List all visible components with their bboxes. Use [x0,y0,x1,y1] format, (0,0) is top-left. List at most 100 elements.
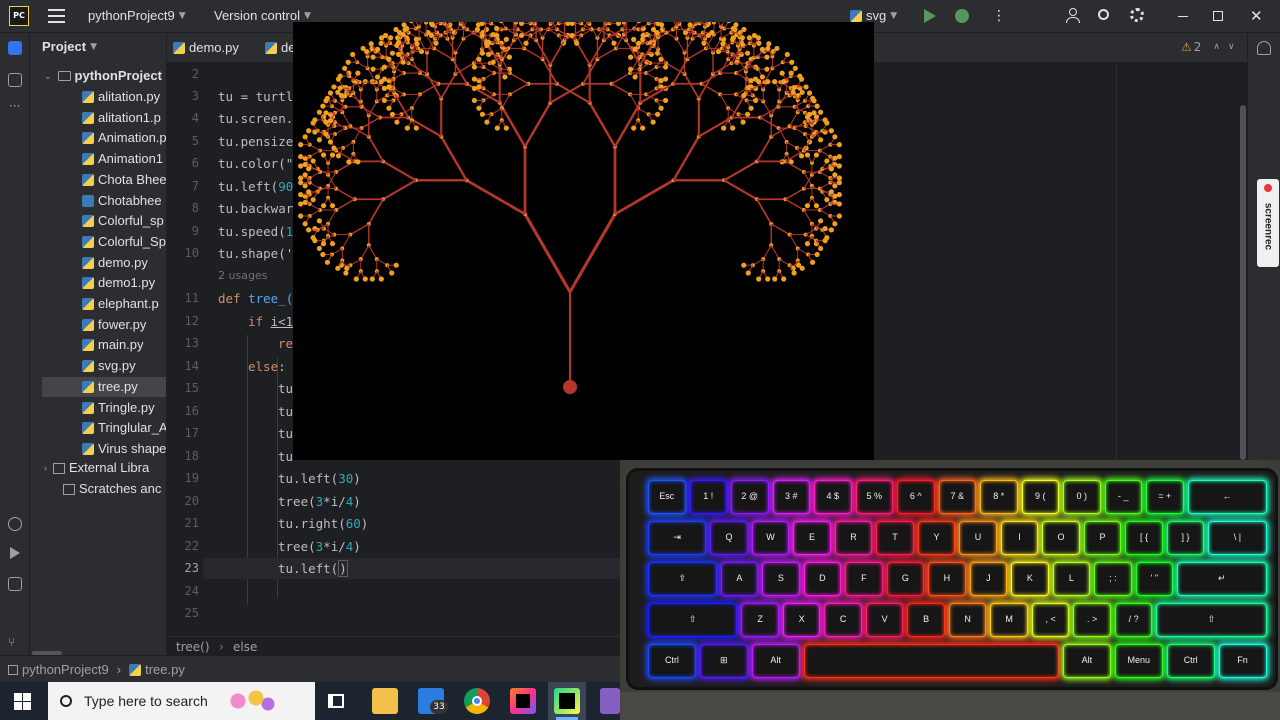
python-file-icon [82,215,94,228]
tree-file-item[interactable]: Animation1 [82,149,163,169]
app-logo[interactable]: PC [9,6,29,26]
tree-leaf [490,59,496,65]
tree-leaf [745,85,751,91]
visual-studio-icon[interactable] [600,688,620,714]
tree-leaf [342,65,348,71]
tree-file-item[interactable]: alitation1.p [82,108,161,128]
more-actions-icon[interactable]: ⋮ [992,8,1006,24]
line-number: 11 [184,291,199,305]
code-line-11: def tree_( [218,291,293,306]
tree-file-item[interactable]: alitation.py [82,87,160,107]
tree-file-label: Virus shape [98,440,167,456]
tree-leaf [389,111,396,117]
status-breadcrumb[interactable]: pythonProject9 › tree.py [8,662,185,677]
vcs-selector[interactable]: Version control ▼ [214,8,311,23]
run-tool-icon[interactable] [10,547,20,559]
tree-leaf [836,142,842,148]
keyboard-key: I [1000,521,1039,555]
taskbar-search-box[interactable]: Type here to search [48,682,315,720]
tree-file-item[interactable]: main.py [82,335,144,355]
run-config-selector[interactable]: svg ▼ [850,8,897,23]
tree-file-item[interactable]: svg.py [82,356,136,376]
python-file-icon [82,194,94,207]
keyboard-key: 3 # [772,480,810,514]
line-number: 2 [191,67,199,81]
tree-leaf [350,51,356,58]
project-panel-header[interactable]: Project ▼ [42,39,97,54]
project-selector[interactable]: pythonProject9 ▼ [88,8,186,23]
tree-leaf [428,32,435,39]
tree-file-item[interactable]: elephant.p [82,294,159,314]
close-icon[interactable]: ✕ [1250,7,1263,25]
keyboard-key: Z [741,603,779,637]
status-file[interactable]: tree.py [145,662,185,677]
tree-root-folder[interactable]: ⌄ pythonProject [44,66,162,86]
tree-file-item[interactable]: Animation.p [82,128,166,148]
screenrec-widget[interactable]: screenrec [1257,179,1279,267]
terminal-tool-icon[interactable] [8,577,22,591]
tab-de[interactable]: de [265,40,295,55]
line-number: 7 [191,179,199,193]
keyboard-key: B [907,603,945,637]
tree-leaf [832,172,838,178]
code-line-6: tu.color(" [218,156,294,171]
file-explorer-icon[interactable] [372,688,398,714]
code-line-5: tu.pensize [218,134,294,149]
usages-hint[interactable]: 2 usages [218,269,267,282]
search-icon[interactable] [1098,9,1109,20]
tree-file-item[interactable]: demo.py [82,253,148,273]
tree-leaf [813,114,820,120]
notifications-icon[interactable] [1257,41,1271,55]
tree-file-item[interactable]: Colorful_Sp [82,232,166,252]
tab-demo-py[interactable]: demo.py [173,40,239,55]
debug-icon[interactable] [955,9,969,23]
tree-branch [588,102,617,148]
tree-external-libraries[interactable]: › External Libra [44,458,149,478]
tree-file-item[interactable]: fower.py [82,315,146,335]
windows-start-icon[interactable] [14,693,31,710]
status-project[interactable]: pythonProject9 [22,662,109,677]
tree-file-item[interactable]: Tringlular_A [82,418,166,438]
task-view-icon[interactable] [328,694,344,708]
breadcrumb-function[interactable]: tree() [176,640,210,654]
python-packages-icon[interactable] [8,517,22,531]
tree-leaf [320,103,326,109]
tree-branch [556,82,591,104]
tree-leaf [792,65,798,71]
chevron-down-icon[interactable]: ∨ [1228,42,1235,52]
structure-tool-icon[interactable] [8,73,22,87]
tree-scratches[interactable]: Scratches anc [63,479,161,499]
jetbrains-toolbox-icon[interactable] [510,688,536,714]
minimize-icon[interactable] [1178,16,1188,17]
inspection-widget[interactable]: ⚠ 2 ∧ ∨ [1181,40,1235,54]
git-tool-icon[interactable]: ⑂ [8,635,15,649]
tree-leaf [386,56,392,62]
project-tool-icon[interactable] [8,41,22,55]
tree-file-item[interactable]: Chotabhee [82,191,162,211]
tree-file-item[interactable]: Virus shape [82,439,166,459]
chrome-icon[interactable] [464,688,490,714]
tree-file-item[interactable]: Colorful_sp [82,211,164,231]
tree-leaf [471,64,478,70]
breadcrumb-else[interactable]: else [233,640,257,654]
desk-surface [620,692,1280,720]
tree-branch [523,102,552,148]
tree-leaf [836,154,842,160]
tree-file-item[interactable]: tree.py [42,376,166,397]
chevron-up-icon[interactable]: ∧ [1213,42,1220,52]
pycharm-icon[interactable] [554,688,580,714]
user-icon[interactable] [1066,8,1080,24]
tree-file-item[interactable]: demo1.py [82,273,155,293]
restore-icon[interactable] [1213,11,1223,21]
editor-scrollbar[interactable] [1240,105,1246,460]
tree-leaf [381,97,388,104]
main-menu-icon[interactable] [48,9,65,23]
code-text: ) [360,516,369,531]
more-tools-icon[interactable]: ··· [9,99,20,113]
tree-file-item[interactable]: Chota Bhee [82,170,166,190]
line-number: 9 [191,224,199,238]
settings-gear-icon[interactable] [1130,8,1144,22]
tree-file-item[interactable]: Tringle.py [82,398,155,418]
run-icon[interactable] [924,9,936,23]
mail-icon[interactable]: 33 [418,688,448,714]
